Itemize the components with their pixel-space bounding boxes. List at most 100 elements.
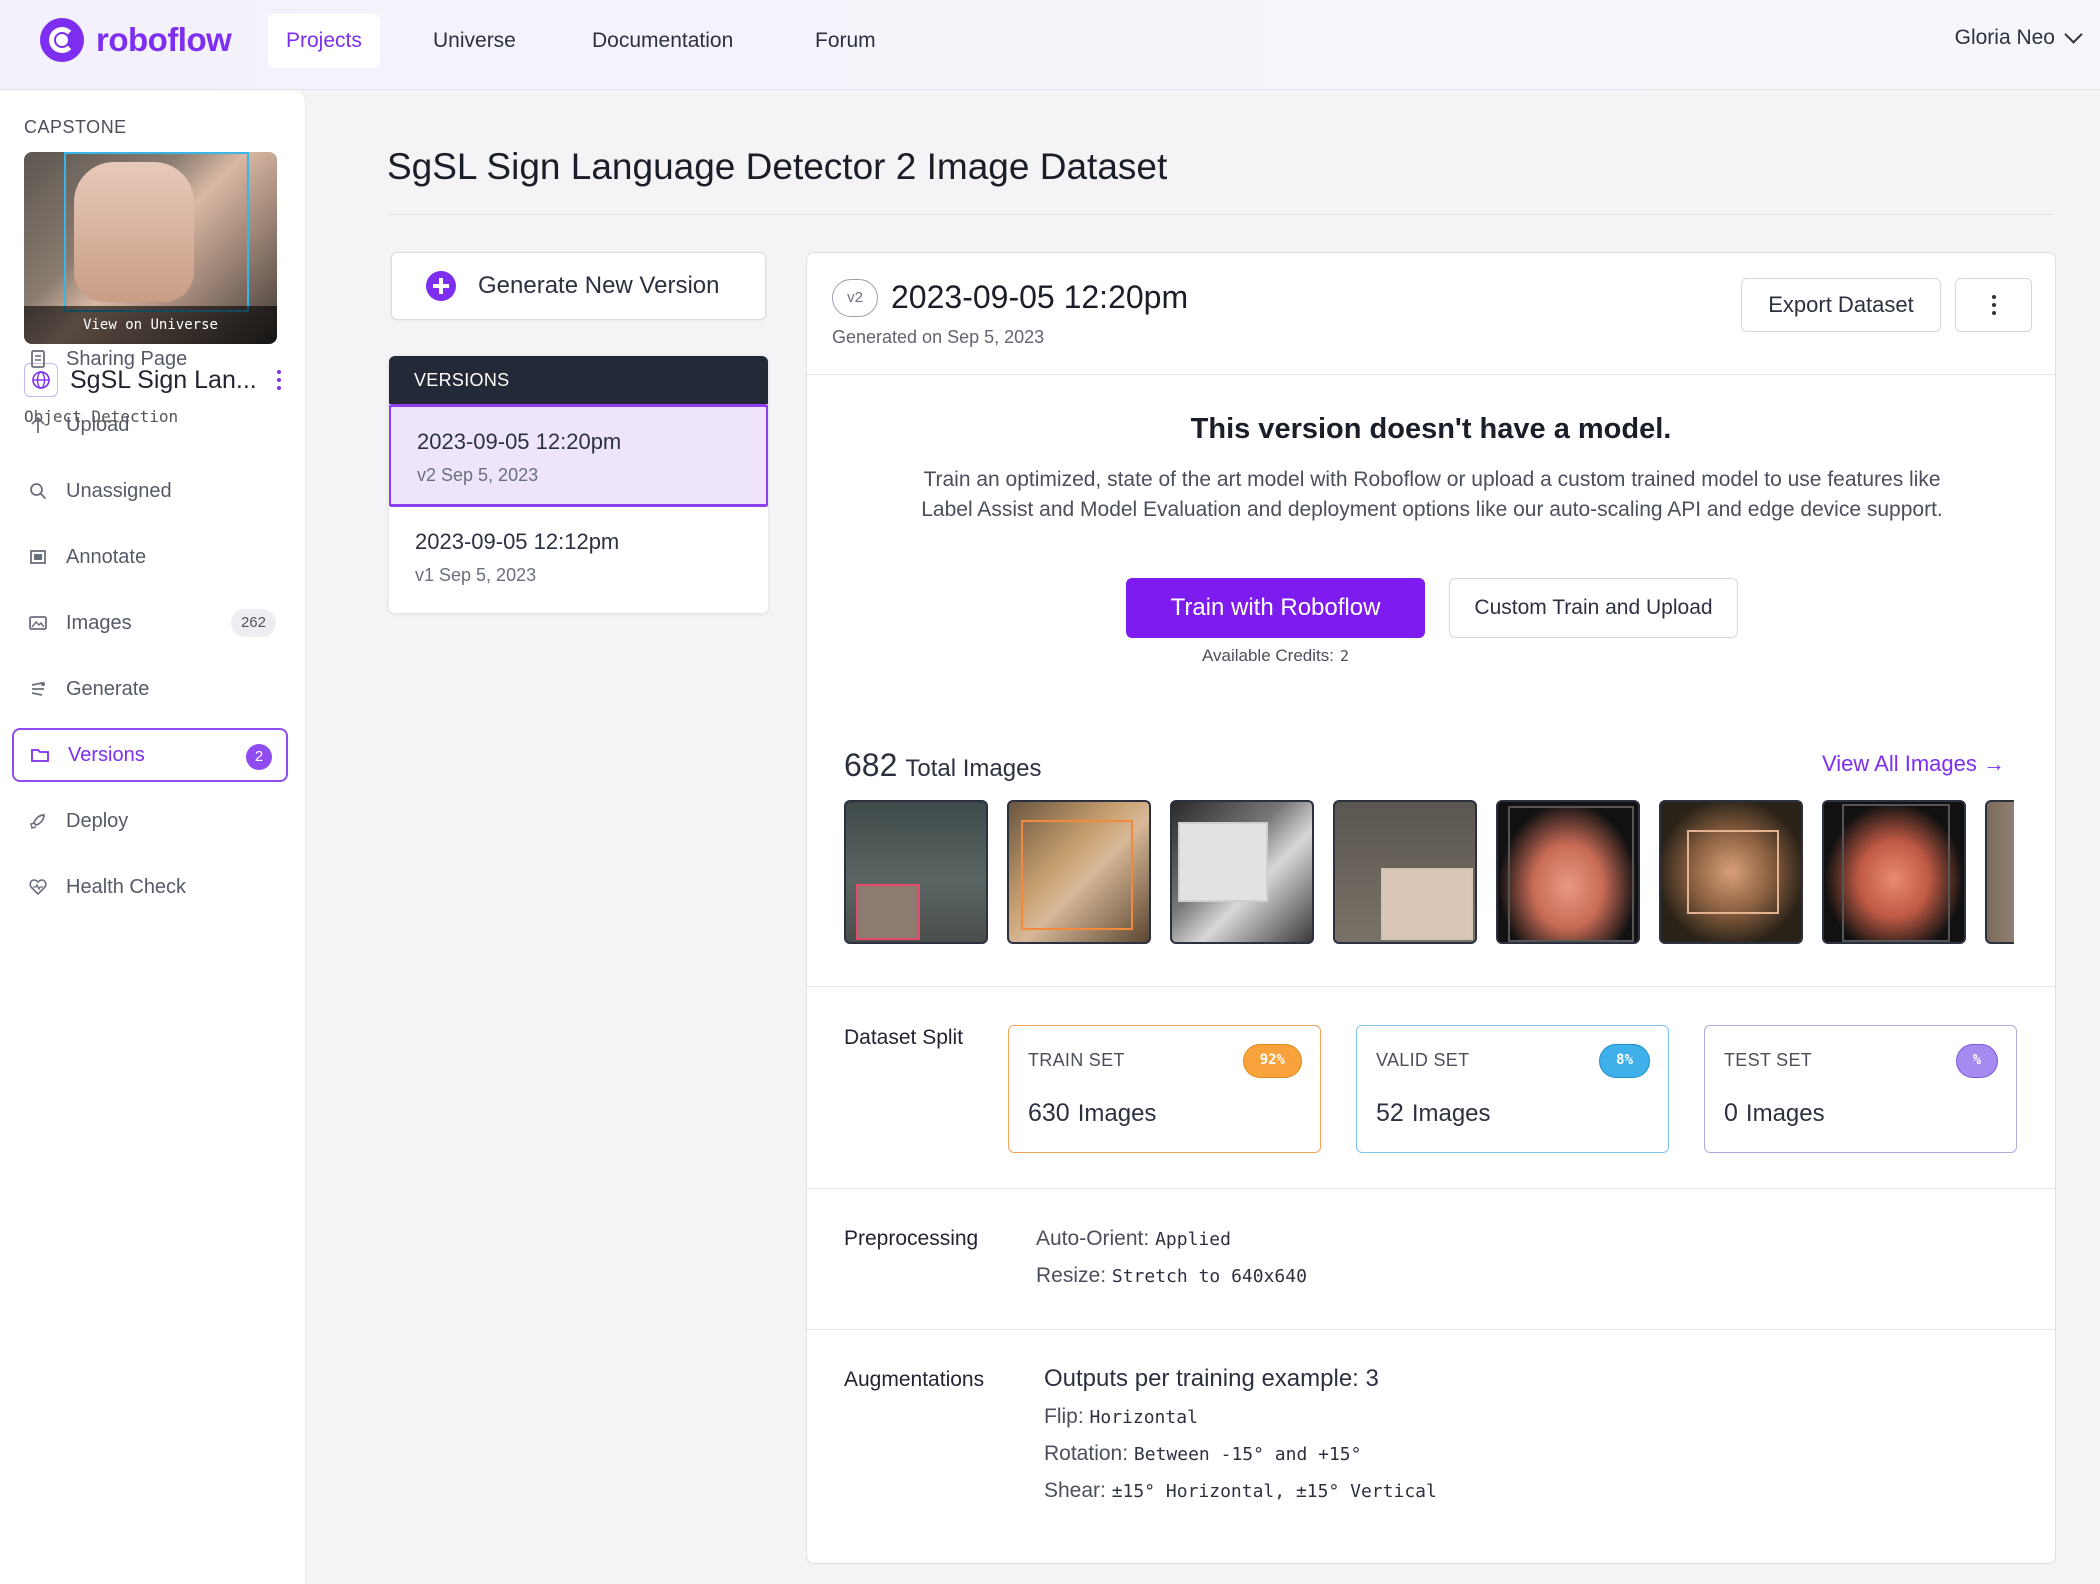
image-thumbnail[interactable] [1333,800,1477,944]
sidebar-item-generate[interactable]: Generate [12,662,288,716]
divider [807,374,2055,375]
total-images-count: 682 [844,747,898,783]
version-item-v2[interactable]: 2023-09-05 12:20pm v2 Sep 5, 2023 [389,404,768,507]
kv-value: Between -15° and +15° [1133,1444,1362,1465]
generate-new-version-button[interactable]: Generate New Version [391,252,766,320]
kv-key: Auto-Orient: [1036,1227,1150,1250]
sidebar-item-deploy[interactable]: Deploy [12,794,288,848]
custom-train-upload-button[interactable]: Custom Train and Upload [1449,578,1738,638]
bounding-box [1508,806,1634,942]
train-with-roboflow-button[interactable]: Train with Roboflow [1126,578,1425,638]
sidebar-item-label: Health Check [66,875,187,898]
roboflow-logo[interactable]: roboflow [40,18,232,62]
sidebar-item-label: Deploy [66,809,129,832]
kv-value: Horizontal [1089,1407,1198,1428]
version-sub: v2 Sep 5, 2023 [417,465,539,485]
bounding-box [856,884,920,940]
credits-label: Available Credits: [1201,646,1334,665]
augment-rotation: Rotation: Between -15° and +15° [1044,1442,1361,1466]
image-thumbnail[interactable] [1170,800,1314,944]
sidebar-item-images[interactable]: Images 262 [12,596,288,650]
sidebar-item-health-check[interactable]: Health Check [12,860,288,914]
augment-flip: Flip: Horizontal [1044,1405,1198,1429]
bounding-box [64,152,249,312]
kv-value: Stretch to 640x640 [1111,1266,1307,1287]
divider [387,214,2055,215]
heart-pulse-icon [28,877,48,897]
split-unit: Images [1411,1100,1491,1127]
sidebar-item-label: Generate [66,677,150,700]
sidebar-item-unassigned[interactable]: Unassigned [12,464,288,518]
bounding-box [1178,822,1268,902]
version-detail-panel: v2 2023-09-05 12:20pm Generated on Sep 5… [806,252,2056,1564]
augmentations-label: Augmentations [844,1368,985,1391]
total-images-label: Total Images [905,755,1042,782]
page-title: SgSL Sign Language Detector 2 Image Data… [387,146,1168,187]
image-thumbnail[interactable] [1496,800,1640,944]
bounding-box [1842,804,1950,942]
chevron-down-icon [2064,24,2083,44]
nav-documentation[interactable]: Documentation [574,14,751,68]
version-item-v1[interactable]: 2023-09-05 12:12pm v1 Sep 5, 2023 [389,507,768,610]
project-thumbnail[interactable]: View on Universe [24,152,277,344]
sidebar-item-label: Sharing Page [66,347,188,370]
split-unit: Images [1077,1100,1157,1127]
version-tag: v2 [832,279,878,317]
image-thumbnail[interactable] [844,800,988,944]
nav-universe[interactable]: Universe [415,14,534,68]
bounding-box [1381,868,1473,940]
no-model-description: Train an optimized, state of the art mod… [921,468,1943,521]
dataset-split-label: Dataset Split [844,1026,964,1049]
versions-header: VERSIONS [389,356,768,404]
rocket-icon [28,811,48,831]
augment-shear: Shear: ±15° Horizontal, ±15° Vertical [1044,1479,1437,1503]
sidebar-item-upload[interactable]: Upload [12,398,288,452]
document-icon [28,349,48,369]
sidebar-item-label: Upload [66,413,130,436]
annotate-icon [28,547,48,567]
split-count: 52 [1376,1099,1404,1127]
kv-key: Flip: [1044,1405,1084,1428]
generate-button-label: Generate New Version [478,272,720,299]
sidebar: CAPSTONE View on Universe SgSL Sign Lan.… [0,91,306,1584]
images-icon [28,613,48,633]
valid-set-card: VALID SET 52 Images 8% [1356,1025,1669,1153]
export-dataset-button[interactable]: Export Dataset [1741,278,1941,332]
nav-forum[interactable]: Forum [797,14,894,68]
image-thumbnail[interactable] [1822,800,1966,944]
version-date: 2023-09-05 12:12pm [415,529,620,554]
credits-value: 2 [1339,647,1349,665]
top-nav: roboflow Projects Universe Documentation… [0,0,2100,90]
images-count: 262 [230,609,276,637]
version-date: 2023-09-05 12:20pm [417,429,622,454]
image-thumbnails [844,800,2014,946]
sidebar-item-label: Annotate [66,545,147,568]
kv-key: Resize: [1036,1264,1107,1287]
view-all-images-link[interactable]: View All Images → [1822,751,2005,777]
version-title: 2023-09-05 12:20pm [891,279,1189,315]
sidebar-item-versions[interactable]: Versions 2 [12,728,288,782]
image-thumbnail[interactable] [1659,800,1803,944]
split-unit: Images [1745,1100,1825,1127]
nav-projects[interactable]: Projects [268,14,380,68]
sidebar-item-label: Versions [68,743,145,766]
divider [807,1329,2055,1330]
image-thumbnail[interactable] [1985,800,2014,944]
logo-icon [40,18,84,62]
kv-value: Applied [1155,1229,1231,1250]
divider [807,986,2055,987]
folder-icon [30,745,50,765]
split-percent-badge: 8% [1599,1044,1650,1078]
more-options-button[interactable] [1955,278,2032,332]
augment-outputs: Outputs per training example: 3 [1044,1365,1379,1392]
version-generated-date: Generated on Sep 5, 2023 [832,327,1045,347]
versions-list: VERSIONS 2023-09-05 12:20pm v2 Sep 5, 20… [389,356,768,613]
user-menu[interactable]: Gloria Neo [1955,24,2083,50]
sidebar-item-annotate[interactable]: Annotate [12,530,288,584]
workspace-name: CAPSTONE [24,117,127,137]
arrow-up-icon [28,415,48,435]
sidebar-item-sharing-page[interactable]: Sharing Page [12,332,288,386]
image-thumbnail[interactable] [1007,800,1151,944]
version-sub: v1 Sep 5, 2023 [415,565,537,585]
plus-circle-icon [426,271,456,301]
